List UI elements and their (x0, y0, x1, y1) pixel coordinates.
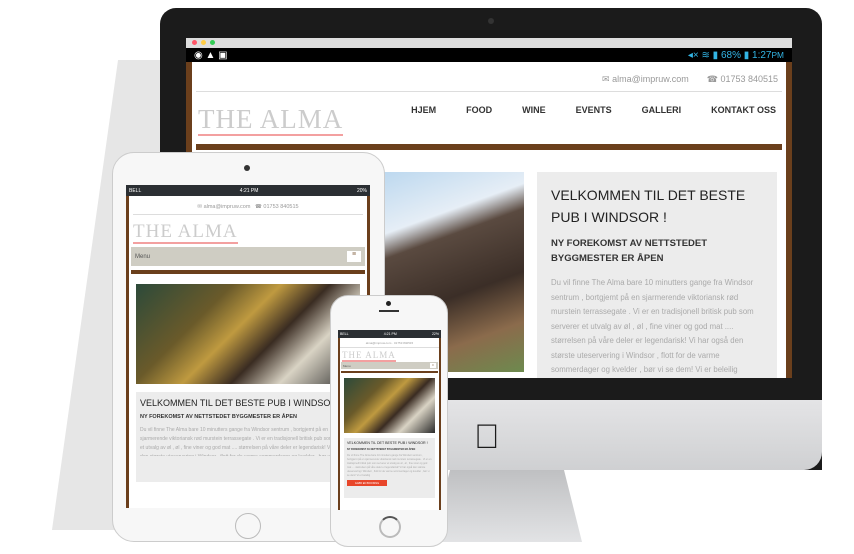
welcome-body: Du vil finne The Alma bare 10 minutters … (347, 454, 432, 477)
logo[interactable]: THE ALMA (340, 348, 439, 362)
nav-wine[interactable]: WINE (522, 105, 546, 115)
welcome-card: VELKOMMEN TIL DET BESTE PUB I WINDSOR ! … (537, 172, 777, 378)
phone[interactable]: 01753 840515 (263, 204, 298, 210)
maximize-icon[interactable] (210, 40, 215, 45)
tablet-status-bar: BELL 4:21 PM 20% (126, 185, 370, 196)
welcome-card: VELKOMMEN TIL DET BESTE PUB I WINDSOR ! … (136, 392, 360, 482)
email[interactable]: alma@impruw.com (366, 341, 392, 345)
divider-bar (341, 371, 438, 373)
welcome-title: VELKOMMEN TIL DET BESTE PUB I WINDSOR ! (140, 398, 342, 408)
battery-level: 20% (356, 187, 367, 194)
clock: 4:21 PM (383, 332, 397, 336)
menu-bar[interactable]: Menu ≡ (131, 247, 365, 266)
close-icon[interactable] (192, 40, 197, 45)
pub-interior-photo (136, 284, 360, 384)
carrier: BELL (129, 187, 142, 194)
contact-bar: ✉ alma@impruw.com ☎ 01753 840515 (196, 62, 782, 92)
clock: 4:21 PM (239, 187, 259, 194)
nav-galleri[interactable]: GALLERI (642, 105, 682, 115)
welcome-body: Du vil finne The Alma bare 10 minutters … (551, 278, 754, 374)
battery-level: 68% (720, 49, 741, 61)
divider-bar (131, 270, 365, 274)
phone[interactable]: 01753 840515 (394, 341, 413, 345)
welcome-card: VELKOMMEN TIL DET BESTE PUB I WINDSOR ! … (344, 438, 435, 498)
battery-level: 22% (431, 332, 439, 336)
nav-food[interactable]: FOOD (466, 105, 492, 115)
home-button[interactable] (235, 513, 261, 539)
apple-logo-icon:  (474, 418, 500, 457)
welcome-subtitle: NY FOREKOMST AV NETTSTEDET BYGGMESTER ER… (140, 414, 297, 420)
phone[interactable]: 01753 840515 (720, 74, 778, 84)
phone-screen: BELL 4:21 PM 22% alma@impruw.com · 01753… (338, 330, 441, 510)
menu-bar[interactable]: Menu ≡ (341, 362, 438, 369)
clock-ampm: PM (771, 49, 785, 60)
minimize-icon[interactable] (201, 40, 206, 45)
logo-text: THE ALMA (342, 350, 396, 362)
hamburger-icon[interactable]: ≡ (430, 363, 436, 368)
welcome-title: VELKOMMEN TIL DET BESTE PUB I WINDSOR ! (347, 441, 428, 445)
speaker (379, 310, 399, 312)
email-link[interactable]: ✉ alma@impruw.com (602, 74, 689, 85)
logo-text: THE ALMA (198, 104, 344, 136)
contact-bar: ✉ alma@impruw.com ☎ 01753 840515 (133, 196, 363, 215)
clock: 1:27 (752, 49, 772, 61)
window-controls (186, 38, 792, 48)
nav-events[interactable]: EVENTS (576, 105, 612, 115)
pub-interior-photo (344, 378, 435, 433)
divider-bar (196, 144, 782, 150)
carrier: BELL (340, 332, 349, 336)
email[interactable]: alma@impruw.com (612, 74, 689, 84)
contact-bar: alma@impruw.com · 01753 840515 (340, 338, 439, 348)
logo-text: THE ALMA (133, 221, 238, 244)
main-nav: HJEM FOOD WINE EVENTS GALLERI KONTAKT OS… (411, 105, 776, 115)
nav-kontakt-oss[interactable]: KONTAKT OSS (711, 105, 776, 115)
phone-status-bar: BELL 4:21 PM 22% (338, 330, 441, 338)
home-button[interactable] (379, 516, 401, 538)
booking-button[interactable]: GJØR EN BOOKING (347, 480, 387, 486)
email[interactable]: alma@impruw.com (204, 204, 251, 210)
camera-icon (488, 18, 494, 24)
welcome-title: VELKOMMEN TIL DET BESTE PUB I WINDSOR ! (551, 187, 746, 225)
phone-camera-icon (386, 301, 391, 306)
welcome-body: Du vil finne The Alma bare 10 minutters … (140, 427, 353, 456)
menu-label: Menu (135, 253, 151, 260)
welcome-subtitle: NY FOREKOMST AV NETTSTEDET BYGGMESTER ER… (551, 238, 708, 264)
welcome-subtitle: NY FOREKOMST AV NETTSTEDET BYGGMESTER ER… (347, 448, 416, 451)
hamburger-icon[interactable]: ≡ (347, 251, 361, 262)
menu-label: Menu (343, 363, 351, 368)
logo[interactable]: THE ALMA (129, 215, 367, 244)
status-bar: ◉ ▲ ▣ ◂× ≋ ▮ 68% ▮ 1:27PM (186, 48, 792, 62)
notification-icons: ◉ ▲ ▣ (194, 49, 228, 61)
tablet-camera-icon (244, 165, 250, 171)
status-right: ◂× ≋ ▮ 68% ▮ 1:27PM (687, 49, 785, 61)
imac-stand (432, 470, 582, 542)
nav-hjem[interactable]: HJEM (411, 105, 436, 115)
phone-link[interactable]: ☎ 01753 840515 (707, 74, 778, 85)
logo[interactable]: THE ALMA (198, 104, 344, 136)
